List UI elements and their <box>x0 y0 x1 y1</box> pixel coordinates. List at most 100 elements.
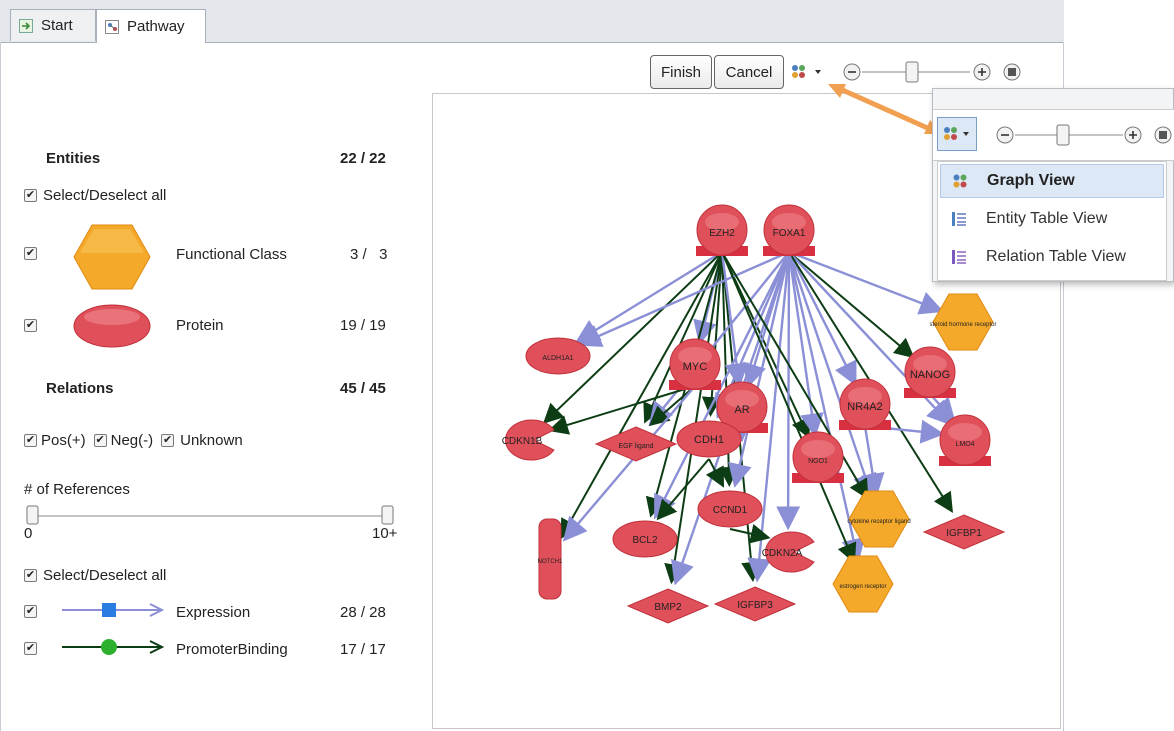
tab-start-label: Start <box>41 17 73 34</box>
node-label: AR <box>734 404 749 416</box>
node-label: LMO4 <box>955 441 974 448</box>
tab-pathway[interactable]: Pathway <box>96 9 206 43</box>
unknown-label: Unknown <box>180 432 243 449</box>
menu-item-graph-view[interactable]: Graph View <box>940 164 1164 198</box>
node-label: estrogen receptor <box>839 584 886 590</box>
popup-toolbar <box>933 109 1174 161</box>
node-label: CDKN1B <box>502 436 543 447</box>
graph-node[interactable]: cytokine receptor ligand <box>847 490 911 548</box>
relations-count: 45 / 45 <box>340 380 386 397</box>
finish-button[interactable]: Finish <box>650 55 712 89</box>
expression-checkbox[interactable]: ✔ <box>24 605 37 618</box>
protein-shape-icon <box>72 303 152 353</box>
node-label: NOTCH1 <box>538 559 563 565</box>
node-label: cytokine receptor ligand <box>847 519 910 525</box>
pathway-icon <box>105 19 119 34</box>
relation-edge <box>788 250 944 315</box>
references-label: # of References <box>24 481 130 498</box>
unknown-checkbox[interactable]: ✔ <box>161 434 175 447</box>
graph-node[interactable]: CCND1 <box>697 490 763 528</box>
neg-checkbox[interactable]: ✔ <box>93 434 107 447</box>
graph-node[interactable]: CDH1 <box>676 420 742 458</box>
popup-zoom-control <box>996 124 1172 146</box>
zoom-out-icon <box>843 63 861 81</box>
menu-item-relation-table-view[interactable]: Relation Table View <box>940 240 1164 274</box>
menu-item-entity-table-view[interactable]: Entity Table View <box>940 202 1164 236</box>
view-mode-dropdown-open[interactable] <box>937 117 977 151</box>
graph-node[interactable]: NGO1 <box>792 431 844 483</box>
expression-label: Expression <box>176 604 251 621</box>
graph-node[interactable]: estrogen receptor <box>832 555 894 613</box>
splitter[interactable] <box>426 95 430 727</box>
graph-node[interactable]: NOTCH1 <box>538 518 563 600</box>
relations-heading: Relations <box>46 380 114 397</box>
node-label: NR4A2 <box>847 401 882 413</box>
graph-node[interactable]: FOXA1 <box>763 204 815 256</box>
pos-checkbox[interactable]: ✔ <box>24 434 37 447</box>
filter-panel: Entities 22 / 22 ✔ Select/Deselect all ✔… <box>8 95 422 725</box>
entities-count: 22 / 22 <box>340 150 386 167</box>
promoter-binding-label: PromoterBinding <box>176 641 288 658</box>
functional-class-label: Functional Class <box>176 246 287 263</box>
graph-node[interactable]: LMO4 <box>939 414 991 466</box>
node-label: CDKN2A <box>762 548 803 559</box>
graph-node[interactable]: MYC <box>669 338 721 390</box>
slider-max-label: 10+ <box>372 525 398 542</box>
cancel-button[interactable]: Cancel <box>714 55 784 89</box>
protein-count: 19 / 19 <box>340 317 386 334</box>
graph-node[interactable]: IGFBP3 <box>713 586 797 622</box>
relation-edge <box>548 385 696 435</box>
neg-label: Neg(-) <box>110 432 154 449</box>
view-menu: Graph View Entity Table View Relation Ta… <box>937 161 1167 281</box>
expression-count: 28 / 28 <box>340 604 386 621</box>
graph-node[interactable]: CDKN2A <box>762 531 815 573</box>
functional-class-checkbox[interactable]: ✔ <box>24 247 37 260</box>
graph-node[interactable]: EZH2 <box>696 204 748 256</box>
relations-select-all[interactable]: ✔ Select/Deselect all <box>24 567 166 584</box>
node-label: steroid hormone receptor <box>929 322 996 328</box>
relation-edge <box>562 385 696 542</box>
graph-view-icon <box>953 174 967 188</box>
relation-edge <box>542 251 723 424</box>
zoom-in-icon <box>973 63 991 81</box>
functional-class-shape-icon <box>72 223 152 295</box>
node-label: CDH1 <box>694 434 724 446</box>
tab-pathway-label: Pathway <box>127 18 185 35</box>
graph-node[interactable]: IGFBP1 <box>922 514 1006 550</box>
graph-node[interactable]: ALDH1A1 <box>525 337 591 375</box>
zoom-slider-thumb <box>905 61 919 83</box>
node-label: ALDH1A1 <box>542 355 573 362</box>
entity-table-icon <box>952 212 966 226</box>
references-slider[interactable] <box>24 503 402 529</box>
graph-node[interactable]: CDKN1B <box>502 419 555 461</box>
tab-bar: Start Pathway <box>0 0 1064 43</box>
graph-view-icon <box>792 65 821 78</box>
relation-edge <box>576 250 790 347</box>
expression-legend-icon <box>60 600 166 624</box>
graph-node[interactable]: steroid hormone receptor <box>929 293 997 351</box>
promoter-binding-legend-icon <box>60 637 166 661</box>
relation-edge <box>860 425 885 498</box>
checkbox[interactable]: ✔ <box>24 189 37 202</box>
slider-max-thumb <box>381 505 394 525</box>
protein-checkbox[interactable]: ✔ <box>24 319 37 332</box>
node-label: IGFBP3 <box>737 600 773 611</box>
promoter-binding-checkbox[interactable]: ✔ <box>24 642 37 655</box>
entities-heading: Entities <box>46 150 101 167</box>
tab-start[interactable]: Start <box>10 9 96 41</box>
graph-node[interactable]: BCL2 <box>612 520 678 558</box>
node-label: MYC <box>683 361 708 373</box>
slider-min-label: 0 <box>24 525 33 542</box>
node-label: NGO1 <box>808 458 828 465</box>
graph-node[interactable]: BMP2 <box>626 588 710 624</box>
view-mode-dropdown[interactable] <box>790 62 830 82</box>
graph-node[interactable]: NANOG <box>904 346 956 398</box>
entities-select-all[interactable]: ✔ Select/Deselect all <box>24 187 166 204</box>
node-label: NANOG <box>910 369 950 381</box>
relation-sign-filters: ✔ Pos(+) ✔ Neg(-) ✔ Unknown <box>24 432 243 449</box>
node-label: BMP2 <box>654 602 682 613</box>
graph-node[interactable]: NR4A2 <box>839 378 891 430</box>
node-label: BCL2 <box>632 535 657 546</box>
pos-label: Pos(+) <box>41 432 86 449</box>
slider-min-thumb <box>26 505 39 525</box>
